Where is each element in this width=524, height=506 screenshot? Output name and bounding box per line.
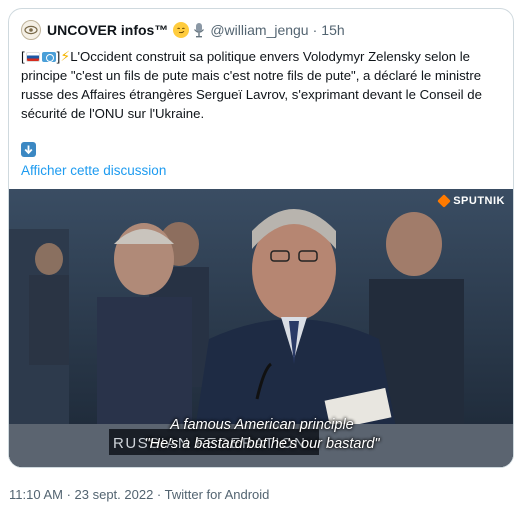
open-bracket: [ <box>21 49 25 64</box>
subtitle-line-1: A famous American principle <box>170 417 354 433</box>
tweet-card: UNCOVER infos™ @william_jengu · 15h []⚡L… <box>8 8 514 468</box>
russia-flag-icon <box>25 52 40 62</box>
sputnik-label: SPUTNIK <box>453 195 505 207</box>
author-name[interactable]: UNCOVER infos™ <box>47 22 168 38</box>
sputnik-watermark: SPUTNIK <box>437 194 505 208</box>
separator: · <box>312 22 318 38</box>
tweet-text: []⚡L'Occident construit sa politique env… <box>21 47 503 123</box>
smirk-emoji-icon <box>173 22 190 38</box>
sputnik-logo-icon <box>437 194 452 208</box>
subtitle-line-2: "He's a bastard but he's our bastard" <box>144 436 380 452</box>
un-flag-icon <box>41 52 56 62</box>
author-handle[interactable]: @william_jengu <box>210 22 308 38</box>
tweet-header: UNCOVER infos™ @william_jengu · 15h <box>21 19 501 41</box>
tweet-body-text: L'Occident construit sa politique envers… <box>21 49 482 121</box>
show-thread-link[interactable]: Afficher cette discussion <box>21 163 166 178</box>
microphone-icon <box>193 22 205 38</box>
lightning-icon: ⚡ <box>60 48 71 64</box>
tweet-time[interactable]: 15h <box>321 22 344 38</box>
video-media[interactable]: RUSSIAN FEDERATION SPUTNIK A famous Amer… <box>9 189 513 467</box>
tweet-meta[interactable]: 11:10 AM · 23 sept. 2022 · Twitter for A… <box>9 487 269 502</box>
avatar-logo-icon <box>24 25 38 35</box>
down-arrow-icon <box>21 142 36 157</box>
avatar[interactable] <box>21 20 41 40</box>
